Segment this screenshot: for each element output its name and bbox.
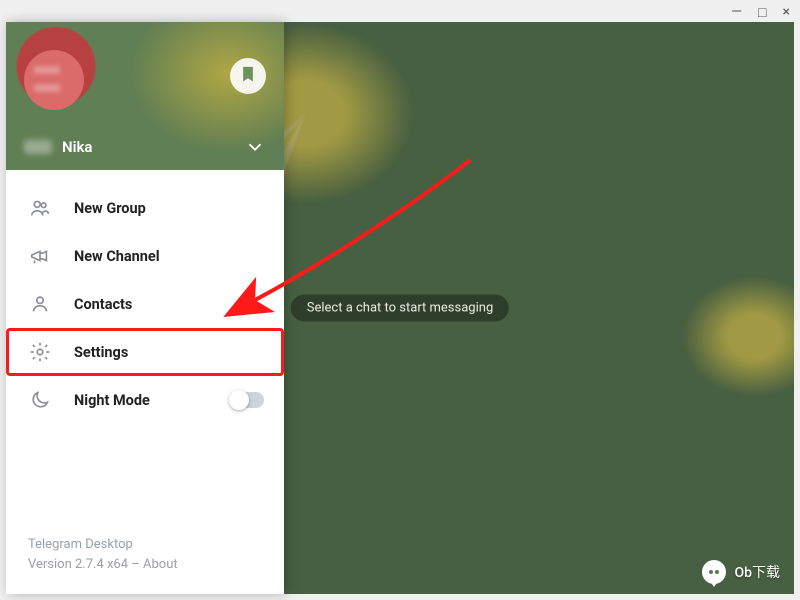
menu-item-settings[interactable]: Settings (6, 328, 284, 376)
empty-chat-placeholder: Select a chat to start messaging (291, 295, 509, 322)
drawer-header: Nika (6, 22, 284, 170)
menu-label: New Channel (74, 248, 160, 265)
username-label: Nika (62, 138, 92, 156)
menu-item-new-channel[interactable]: New Channel (6, 232, 284, 280)
menu-label: Contacts (74, 296, 132, 313)
chevron-down-icon (244, 136, 266, 158)
account-switcher[interactable]: Nika (6, 136, 284, 158)
night-mode-toggle[interactable] (230, 392, 264, 408)
side-drawer: Nika New Group New Channel (6, 22, 284, 594)
moon-icon (28, 388, 52, 412)
drawer-menu: New Group New Channel Contacts Settings (6, 170, 284, 424)
window-maximize[interactable]: □ (758, 4, 766, 21)
watermark: Ob下载 (702, 560, 780, 584)
window-controls: — □ × (721, 0, 800, 22)
avatar[interactable] (24, 50, 84, 110)
window-close[interactable]: × (783, 4, 790, 20)
version-about-link[interactable]: Version 2.7.4 x64 – About (28, 555, 262, 575)
menu-item-night-mode[interactable]: Night Mode (6, 376, 284, 424)
drawer-footer: Telegram Desktop Version 2.7.4 x64 – Abo… (6, 535, 284, 594)
group-icon (28, 196, 52, 220)
menu-item-new-group[interactable]: New Group (6, 184, 284, 232)
saved-messages-button[interactable] (230, 58, 266, 94)
person-icon (28, 292, 52, 316)
megaphone-icon (28, 244, 52, 268)
menu-label: Night Mode (74, 392, 150, 409)
bookmark-icon (239, 65, 257, 87)
app-frame: Select a chat to start messaging Nika (6, 22, 794, 594)
menu-label: New Group (74, 200, 146, 217)
redacted-text (24, 140, 52, 154)
app-name-label: Telegram Desktop (28, 535, 262, 555)
watermark-text: Ob下载 (734, 562, 780, 582)
menu-item-contacts[interactable]: Contacts (6, 280, 284, 328)
wechat-icon (702, 560, 726, 584)
window-minimize[interactable]: — (731, 4, 742, 20)
menu-label: Settings (74, 344, 128, 361)
gear-icon (28, 340, 52, 364)
